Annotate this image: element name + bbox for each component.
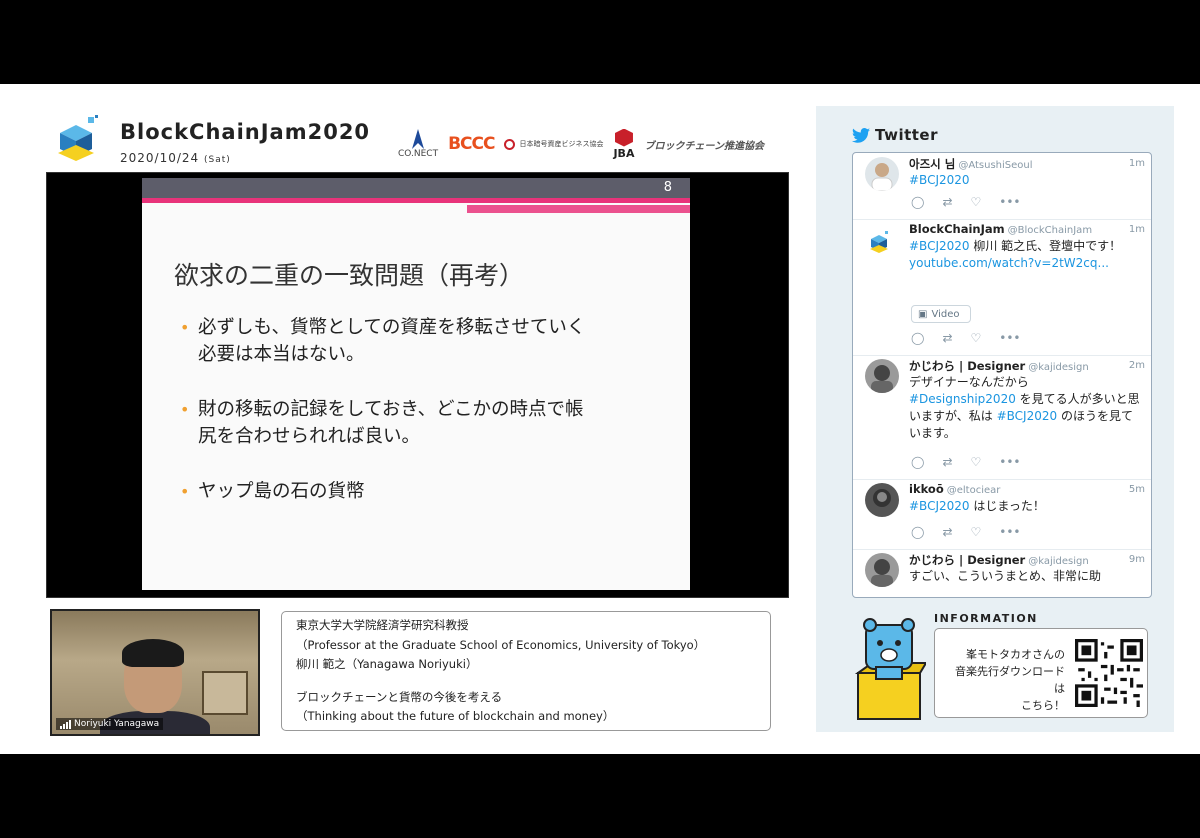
talk-title-ja: ブロックチェーンと貨幣の今後を考える [296, 689, 503, 704]
presenter-name-tag: Noriyuki Yanagawa [56, 718, 164, 730]
hashtag-link[interactable]: #Designship2020 [909, 392, 1016, 406]
reply-icon[interactable]: ◯ [911, 455, 924, 469]
more-icon[interactable]: ••• [999, 525, 1020, 539]
presenter-video: Noriyuki Yanagawa [50, 609, 260, 736]
sponsor-alliance: ブロックチェーン推進協会 [644, 140, 764, 152]
conect-logo-icon [412, 129, 425, 149]
slide-accent-bar-2 [467, 205, 690, 213]
tweet-actions: ◯ ⇄ ♡ ••• [911, 525, 1021, 539]
tweet-text: デザイナーなんだから #Designship2020 を見てる人が多いと思いますが… [909, 375, 1140, 440]
tweet-author[interactable]: かじわら | Designer @kajidesign [909, 358, 1089, 374]
tweet-time[interactable]: 9m [1129, 554, 1145, 565]
twitter-feed[interactable]: 아즈시 님 @AtsushiSeoul 1m #BCJ2020 ◯ ⇄ ♡ ••• Bl… [852, 152, 1152, 598]
tweet-time[interactable]: 5m [1129, 484, 1145, 495]
tweet-author[interactable]: BlockChainJam @BlockChainJam [909, 222, 1092, 236]
avatar[interactable] [865, 553, 899, 587]
more-icon[interactable]: ••• [999, 455, 1020, 469]
tweet-text: すごい、こういうまとめ、非常に助 [909, 569, 1102, 583]
sponsor-jcba: 日本暗号資産ビジネス協会 [504, 138, 603, 150]
avatar[interactable] [865, 483, 899, 517]
tweet[interactable]: ikkoō @eltociear 5m #BCJ2020 はじまった！ ◯ ⇄ ♡ ••… [853, 479, 1151, 550]
jcba-logo-icon [504, 138, 516, 150]
slide-bullet: 財の移転の記録をしておき、どこかの時点で帳尻を合わせられれば良い。 [180, 396, 660, 450]
like-icon[interactable]: ♡ [971, 525, 982, 539]
video-icon: ▣ [918, 308, 928, 320]
speaker-name: 柳川 範之（Yanagawa Noriyuki） [296, 657, 478, 671]
sponsor-conect: CO.NECT [398, 129, 438, 159]
retweet-icon[interactable]: ⇄ [942, 525, 952, 539]
slide-accent-bar [142, 198, 690, 203]
tweet-text: #BCJ2020 はじまった！ [909, 499, 1045, 513]
reply-icon[interactable]: ◯ [911, 331, 924, 345]
sponsor-bcca: BCCC [448, 134, 495, 154]
tweet-time[interactable]: 1m [1129, 224, 1145, 235]
twitter-bird-icon [852, 127, 870, 143]
retweet-icon[interactable]: ⇄ [942, 331, 952, 345]
wall-frame [202, 671, 248, 715]
tweet-actions: ◯ ⇄ ♡ ••• [911, 331, 1021, 345]
tweet-author[interactable]: ikkoō @eltociear [909, 482, 1000, 496]
like-icon[interactable]: ♡ [971, 331, 982, 345]
retweet-icon[interactable]: ⇄ [942, 195, 952, 209]
video-chip[interactable]: ▣ Video [911, 305, 971, 323]
tweet-time[interactable]: 1m [1129, 158, 1145, 169]
slide-header-bar [142, 178, 690, 198]
slide-bullet: 必ずしも、貨幣としての資産を移転させていく必要は本当はない。 [180, 314, 660, 368]
tweet-time[interactable]: 2m [1129, 360, 1145, 371]
reply-icon[interactable]: ◯ [911, 195, 924, 209]
information-text: 峯モトタカオさんの 音楽先行ダウンロードは こちら！ [955, 648, 1065, 712]
avatar[interactable] [865, 157, 899, 191]
speaker-affiliation-ja: 東京大学大学院経済学研究科教授 [296, 618, 469, 632]
speaker-info-box: 東京大学大学院経済学研究科教授 （Professor at the Gradua… [281, 611, 771, 731]
slide-page-number: 8 [663, 180, 672, 195]
hashtag-link[interactable]: #BCJ2020 [909, 499, 970, 513]
tweet[interactable]: 아즈시 님 @AtsushiSeoul 1m #BCJ2020 ◯ ⇄ ♡ ••• [853, 153, 1151, 220]
avatar[interactable] [865, 359, 899, 393]
presentation-slide: 8 欲求の二重の一致問題（再考） 必ずしも、貨幣としての資産を移転させていく必要… [142, 178, 690, 590]
like-icon[interactable]: ♡ [971, 195, 982, 209]
sponsor-jba: JBA [613, 128, 634, 160]
like-icon[interactable]: ♡ [971, 455, 982, 469]
tweet-text: #BCJ2020 [909, 173, 970, 187]
blockchainjam-logo-icon [58, 115, 98, 161]
sponsor-logos: CO.NECT BCCC 日本暗号資産ビジネス協会 JBA ブロックチェーン推進… [398, 124, 764, 164]
hashtag-link[interactable]: #BCJ2020 [997, 409, 1058, 423]
tweet-text: #BCJ2020 柳川 範之氏、登壇中です！ youtube.com/watch… [909, 239, 1122, 270]
qr-code-icon[interactable] [1075, 639, 1143, 707]
tweet[interactable]: かじわら | Designer @kajidesign 2m デザイナーなんだから… [853, 355, 1151, 480]
talk-title-en: （Thinking about the future of blockchain… [296, 709, 615, 723]
tweet[interactable]: BlockChainJam @BlockChainJam 1m #BCJ2020 … [853, 219, 1151, 356]
tweet-link[interactable]: youtube.com/watch?v=2tW2cq... [909, 256, 1109, 270]
reply-icon[interactable]: ◯ [911, 525, 924, 539]
twitter-header: Twitter [852, 126, 938, 144]
tweet-author[interactable]: かじわら | Designer @kajidesign [909, 552, 1089, 568]
signal-icon [60, 719, 71, 729]
tweet-author[interactable]: 아즈시 님 @AtsushiSeoul [909, 156, 1033, 172]
retweet-icon[interactable]: ⇄ [942, 455, 952, 469]
event-date: 2020/10/24 (Sat) [120, 151, 231, 165]
event-title: BlockChainJam2020 [120, 120, 371, 144]
tweet-actions: ◯ ⇄ ♡ ••• [911, 455, 1021, 469]
jba-logo-icon [614, 128, 633, 147]
slide-bullets: 必ずしも、貨幣としての資産を移転させていく必要は本当はない。 財の移転の記録をし… [180, 314, 660, 533]
slide-title: 欲求の二重の一致問題（再考） [174, 261, 525, 290]
information-card[interactable]: 峯モトタカオさんの 音楽先行ダウンロードは こちら！ [934, 628, 1148, 718]
tweet[interactable]: かじわら | Designer @kajidesign 9m すごい、こういうまと… [853, 549, 1151, 597]
slide-bullet: ヤップ島の石の貨幣 [180, 478, 660, 505]
avatar[interactable] [865, 223, 899, 257]
hashtag-link[interactable]: #BCJ2020 [909, 239, 970, 253]
information-title: INFORMATION [934, 612, 1038, 625]
speaker-affiliation-en: （Professor at the Graduate School of Eco… [296, 637, 706, 652]
mascot-icon [854, 618, 926, 720]
more-icon[interactable]: ••• [999, 195, 1020, 209]
more-icon[interactable]: ••• [999, 331, 1020, 345]
tweet-actions: ◯ ⇄ ♡ ••• [911, 195, 1021, 209]
